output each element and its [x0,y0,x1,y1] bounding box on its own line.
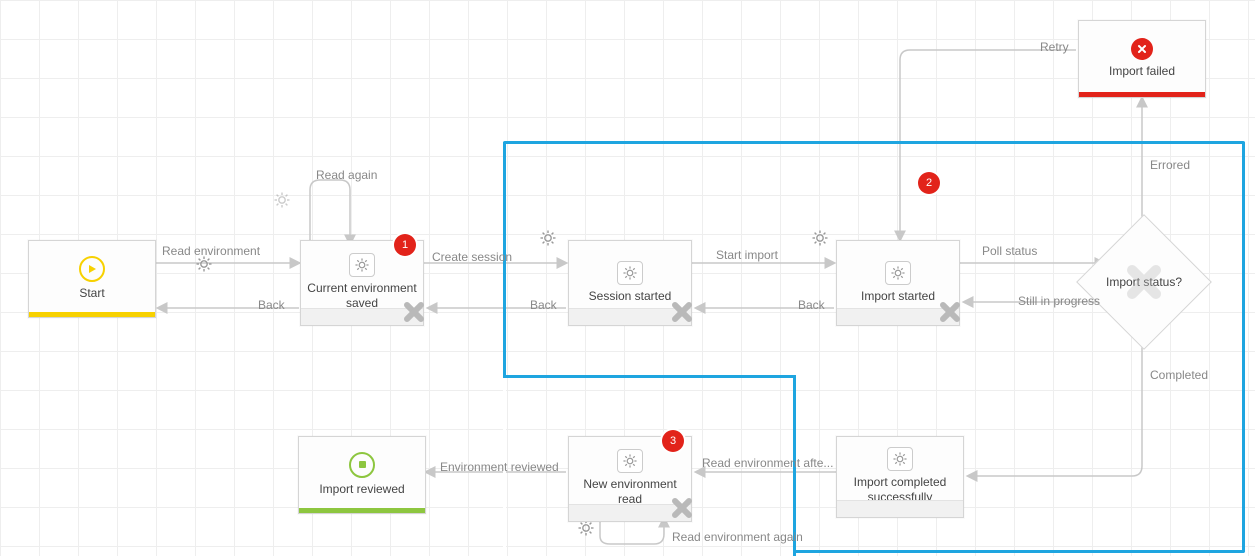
node-import-failed-stripe [1079,92,1205,97]
stop-icon [349,452,375,478]
edge-label-still-in-progress: Still in progress [1018,294,1100,308]
edge-label-read-env-again: Read environment again [672,530,803,544]
close-icon[interactable] [935,297,965,327]
node-import-failed-label: Import failed [1103,62,1181,81]
edge-label-read-again: Read again [316,168,377,182]
node-session-started-label: Session started [583,287,678,306]
marker-3: 3 [662,430,684,452]
gear-icon [617,449,643,473]
close-icon[interactable] [667,493,697,523]
edge-label-start-import: Start import [716,248,778,262]
node-start-stripe [29,312,155,317]
node-import-started-label: Import started [855,287,941,306]
marker-2-text: 2 [926,177,932,189]
edge-label-back2: Back [530,298,557,312]
edge-label-errored: Errored [1150,158,1190,172]
marker-1-text: 1 [402,239,408,251]
marker-2: 2 [918,172,940,194]
node-decision-import-status[interactable]: Import status? [1096,234,1192,330]
node-start-label: Start [73,284,110,303]
node-import-reviewed-label: Import reviewed [313,480,410,499]
gear-icon [885,261,911,285]
close-icon [1127,265,1161,299]
close-icon[interactable] [399,297,429,327]
marker-3-text: 3 [670,435,676,447]
gear-icon [887,447,913,471]
gear-icon [617,261,643,285]
node-footer [837,500,963,517]
node-import-reviewed[interactable]: Import reviewed [298,436,426,514]
edge-label-read-env-after: Read environment afte... [702,456,833,470]
edge-label-create-session: Create session [432,250,512,264]
workflow-canvas[interactable]: Start Current environment saved 1 Sessio… [0,0,1255,556]
node-start[interactable]: Start [28,240,156,318]
gear-icon [349,253,375,277]
node-session-started[interactable]: Session started [568,240,692,326]
edge-label-read-env: Read environment [162,244,260,258]
marker-1: 1 [394,234,416,256]
node-import-reviewed-stripe [299,508,425,513]
edge-label-back1: Back [258,298,285,312]
selection-highlight-mask2 [793,141,796,375]
play-icon [79,256,105,282]
error-icon [1131,38,1153,60]
edge-label-back3: Back [798,298,825,312]
edge-label-poll-status: Poll status [982,244,1037,258]
node-import-started[interactable]: Import started [836,240,960,326]
node-import-failed[interactable]: Import failed [1078,20,1206,98]
edge-label-retry: Retry [1040,40,1069,54]
node-import-completed[interactable]: Import completed successfully [836,436,964,518]
edge-label-completed: Completed [1150,368,1208,382]
close-icon[interactable] [667,297,697,327]
edge-label-env-reviewed: Environment reviewed [440,460,559,474]
